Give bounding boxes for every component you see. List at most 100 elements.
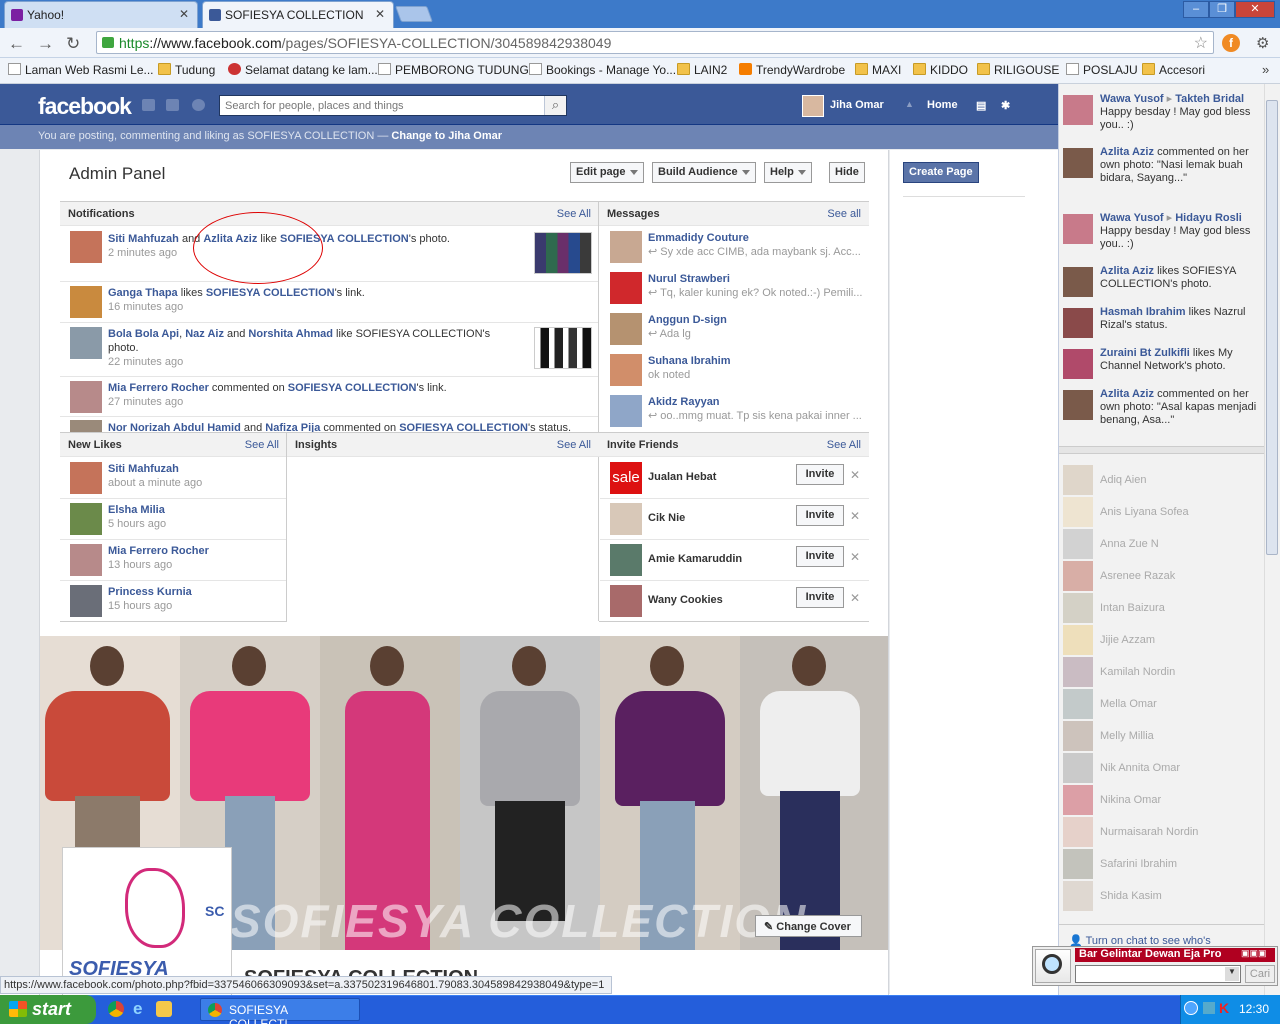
new-like-item[interactable]: Siti Mahfuzah about a minute ago xyxy=(60,458,286,499)
search-input[interactable]: Search for people, places and things ⌕ xyxy=(219,95,567,116)
bookmark-item[interactable]: POSLAJU xyxy=(1066,63,1138,77)
bookmark-item[interactable]: Bookings - Manage Yo... xyxy=(529,63,676,77)
invite-button[interactable]: Invite xyxy=(796,587,844,608)
person-link[interactable]: Ganga Thapa xyxy=(108,287,178,299)
ticker-resize-handle[interactable] xyxy=(1059,446,1265,454)
extension-icon[interactable]: f xyxy=(1222,34,1240,52)
photo-thumbnail[interactable] xyxy=(534,232,592,274)
person-link[interactable]: Nor Norizah Abdul Hamid xyxy=(108,422,241,432)
ticker-item[interactable]: Azlita Aziz likes SOFIESYA COLLECTION's … xyxy=(1063,265,1259,297)
new-like-item[interactable]: Princess Kurnia 15 hours ago xyxy=(60,581,286,621)
person-link[interactable]: Norshita Ahmad xyxy=(248,328,333,340)
person-link[interactable]: Bola Bola Api xyxy=(108,328,179,340)
antivirus-icon[interactable]: K xyxy=(1219,1000,1229,1016)
ticker-item[interactable]: Hasmah Ibrahim likes Nazrul Rizal's stat… xyxy=(1063,306,1259,338)
change-cover-button[interactable]: ✎ Change Cover xyxy=(755,915,862,937)
notification-item[interactable]: Nor Norizah Abdul Hamid and Nafiza Pija … xyxy=(60,417,598,432)
message-item[interactable]: Emmadidy Couture ↩ Sy xde acc CIMB, ada m… xyxy=(600,226,869,267)
more-bookmarks-icon[interactable]: » xyxy=(1262,62,1269,77)
bookmark-item[interactable]: PEMBORONG TUDUNG... xyxy=(378,63,539,77)
wrench-icon[interactable]: ⚙ xyxy=(1256,34,1269,52)
ticker-item[interactable]: Wawa Yusof ▸ Hidayu Rosli Happy besday !… xyxy=(1063,212,1259,251)
person-link[interactable]: Naz Aiz xyxy=(185,328,224,340)
person-link[interactable]: Siti Mahfuzah xyxy=(108,233,179,245)
taskbar-item-chrome[interactable]: SOFIESYA COLLECTI... xyxy=(200,998,360,1031)
chat-friend[interactable]: Anis Liyana Sofea xyxy=(1063,497,1261,527)
chat-friend[interactable]: Nurmaisarah Nordin xyxy=(1063,817,1261,847)
help-button[interactable]: Help xyxy=(764,162,812,183)
message-item[interactable]: Anggun D-sign ↩ Ada lg xyxy=(600,308,869,349)
start-button[interactable]: start xyxy=(0,995,96,1024)
bookmark-item[interactable]: Tudung xyxy=(158,63,215,77)
notifications-see-all[interactable]: See All xyxy=(557,208,591,220)
scrollbar-thumb[interactable] xyxy=(1266,100,1278,555)
dewan-search-input[interactable]: ▼ xyxy=(1075,965,1241,983)
messages-icon[interactable] xyxy=(166,99,179,111)
person-link[interactable]: Nafiza Pija xyxy=(265,422,320,432)
bookmark-item[interactable]: MAXI xyxy=(855,63,901,77)
chat-friend[interactable]: Jijie Azzam xyxy=(1063,625,1261,655)
settings-gear-icon[interactable]: ✱ xyxy=(1001,99,1010,112)
remove-icon[interactable]: ✕ xyxy=(850,591,860,605)
minimize-button[interactable]: – xyxy=(1183,1,1209,18)
remove-icon[interactable]: ✕ xyxy=(850,509,860,523)
messenger-icon[interactable] xyxy=(156,1001,172,1017)
new-likes-see-all[interactable]: See All xyxy=(245,439,279,451)
bookmark-item[interactable]: LAIN2 xyxy=(677,63,727,77)
person-link[interactable]: Mia Ferrero Rocher xyxy=(108,382,209,394)
tray-expand-icon[interactable] xyxy=(1184,1001,1198,1015)
remove-icon[interactable]: ✕ xyxy=(850,550,860,564)
bookmark-item[interactable]: Laman Web Rasmi Le... xyxy=(8,63,154,77)
create-page-button[interactable]: Create Page xyxy=(903,162,979,183)
bookmark-item[interactable]: Accesori xyxy=(1142,63,1205,77)
chrome-icon[interactable] xyxy=(108,1001,124,1017)
chat-friend[interactable]: Shida Kasim xyxy=(1063,881,1261,911)
invite-button[interactable]: Invite xyxy=(796,546,844,567)
magnifier-icon[interactable] xyxy=(1035,949,1071,983)
messages-see-all[interactable]: See all xyxy=(827,208,861,220)
message-item[interactable]: Suhana Ibrahim ok noted xyxy=(600,349,869,390)
chevron-down-icon[interactable]: ▼ xyxy=(1225,967,1239,981)
chat-friend[interactable]: Safarini Ibrahim xyxy=(1063,849,1261,879)
forward-icon[interactable]: → xyxy=(37,34,54,54)
notification-item[interactable]: Bola Bola Api, Naz Aiz and Norshita Ahma… xyxy=(60,323,598,377)
profile-picture[interactable]: SC SOFIESYA xyxy=(62,847,232,997)
page-link[interactable]: SOFIESYA COLLECTION xyxy=(399,422,528,432)
tab-yahoo[interactable]: Yahoo! ✕ xyxy=(4,1,198,28)
page-scrollbar[interactable] xyxy=(1264,84,1280,995)
message-item[interactable]: Akidz Rayyan ↩ oo..mmg muat. Tp sis kena … xyxy=(600,390,869,431)
close-tab-icon[interactable]: ✕ xyxy=(375,7,385,21)
chat-friend[interactable]: Anna Zue N xyxy=(1063,529,1261,559)
close-tab-icon[interactable]: ✕ xyxy=(179,7,189,21)
notification-item[interactable]: Siti Mahfuzah and Azlita Aziz like SOFIE… xyxy=(60,226,598,282)
chat-friend[interactable]: Asrenee Razak xyxy=(1063,561,1261,591)
avatar[interactable] xyxy=(802,95,824,117)
change-identity-link[interactable]: Change to Jiha Omar xyxy=(391,130,502,142)
build-audience-button[interactable]: Build Audience xyxy=(652,162,756,183)
invite-button[interactable]: Invite xyxy=(796,464,844,485)
friend-requests-icon[interactable] xyxy=(142,99,155,111)
edit-page-button[interactable]: Edit page xyxy=(570,162,644,183)
page-link[interactable]: SOFIESYA COLLECTION xyxy=(206,287,335,299)
maximize-button[interactable]: ❐ xyxy=(1209,1,1235,18)
window-buttons-icon[interactable]: ▣▣▣ xyxy=(1241,948,1267,959)
notification-item[interactable]: Mia Ferrero Rocher commented on SOFIESYA… xyxy=(60,377,598,417)
ticker-item[interactable]: Wawa Yusof ▸ Takteh Bridal Happy besday … xyxy=(1063,93,1259,132)
invite-see-all[interactable]: See All xyxy=(827,439,861,451)
chat-friend[interactable]: Mella Omar xyxy=(1063,689,1261,719)
new-like-item[interactable]: Mia Ferrero Rocher 13 hours ago xyxy=(60,540,286,581)
cari-button[interactable]: Cari xyxy=(1245,965,1275,983)
notifications-icon[interactable] xyxy=(192,99,205,111)
bookmark-item[interactable]: RILIGOUSE xyxy=(977,63,1059,77)
privacy-icon[interactable]: ▤ xyxy=(976,99,986,112)
chat-friend[interactable]: Intan Baizura xyxy=(1063,593,1261,623)
chat-friend[interactable]: Nikina Omar xyxy=(1063,785,1261,815)
ticker-item[interactable]: Zuraini Bt Zulkifli likes My Channel Net… xyxy=(1063,347,1259,379)
notification-item[interactable]: Ganga Thapa likes SOFIESYA COLLECTION's … xyxy=(60,282,598,323)
chat-friend[interactable]: Kamilah Nordin xyxy=(1063,657,1261,687)
address-bar[interactable]: https://www.facebook.com/pages/SOFIESYA-… xyxy=(96,31,1214,54)
search-icon[interactable]: ⌕ xyxy=(544,96,566,115)
chat-friend[interactable]: Nik Annita Omar xyxy=(1063,753,1261,783)
facebook-logo[interactable]: facebook xyxy=(38,93,132,120)
new-like-item[interactable]: Elsha Milia 5 hours ago xyxy=(60,499,286,540)
